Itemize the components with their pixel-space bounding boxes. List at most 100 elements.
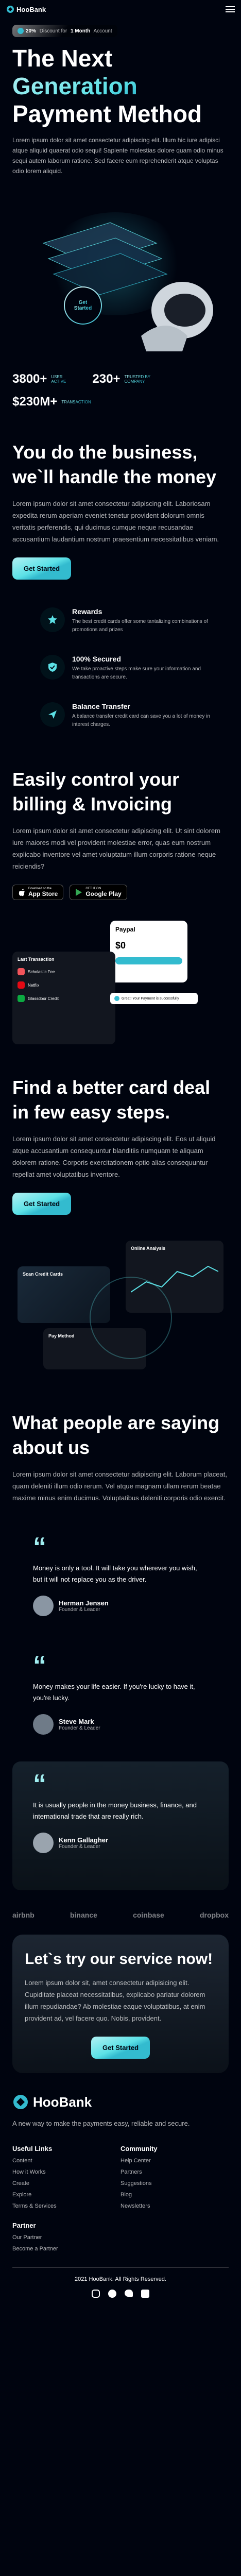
footer-link[interactable]: Become a Partner [12, 2246, 229, 2252]
menu-icon[interactable] [226, 6, 235, 12]
brand-logo[interactable]: HooBank [6, 5, 46, 13]
footer-column: Community Help Center Partners Suggestio… [120, 2145, 229, 2209]
card-get-started-button[interactable]: Get Started [12, 1193, 72, 1215]
testimonials-paragraph: Lorem ipsum dolor sit amet consectetur a… [12, 1470, 227, 1502]
testimonial-card: “ Money makes your life easier. If you'r… [12, 1643, 229, 1761]
navbar: HooBank [0, 0, 241, 19]
card-deal-section: Find a better card deal in few easy step… [0, 1075, 241, 1390]
footer-link[interactable]: Help Center [120, 2158, 229, 2164]
feature-card: Rewards The best credit cards offer some… [33, 600, 229, 641]
quote-icon: “ [33, 1652, 208, 1679]
apple-icon [19, 889, 25, 896]
footer-link[interactable]: Partners [120, 2169, 229, 2175]
footer-link[interactable]: Blog [120, 2192, 229, 2198]
hero-title-line2: Generation [12, 72, 229, 100]
footer-column-title: Useful Links [12, 2145, 53, 2153]
testimonial-role: Founder & Leader [59, 1607, 100, 1613]
twitter-icon[interactable] [125, 2290, 133, 2297]
hero-title: The Next Generation Payment Method [12, 44, 229, 128]
stats: 3800+ USER ACTIVE 230+ TRUSTED BY COMPAN… [0, 372, 241, 409]
billing-paragraph: Lorem ipsum dolor sit amet consectetur a… [12, 827, 220, 870]
hero: 20% Discount for 1 Month Account The Nex… [0, 19, 241, 367]
feature-text: We take proactive steps make sure your i… [72, 666, 201, 680]
card-mockup: Online Analysis Scan Credit Cards Pay Me… [12, 1235, 229, 1390]
transaction-panel: Last Transaction Scholastic Fee Netflix … [12, 952, 115, 1044]
discount-badge: 20% Discount for 1 Month Account [12, 25, 117, 37]
footer-column: Useful Links Content How it Works Create… [12, 2145, 120, 2209]
testimonials-title: What people are saying about us [12, 1412, 220, 1458]
transaction-title: Last Transaction [18, 957, 55, 962]
card-title: Find a better card deal in few easy step… [12, 1077, 211, 1123]
testimonial-card: “ Money is only a tool. It will take you… [12, 1524, 229, 1643]
facebook-icon[interactable] [108, 2290, 116, 2298]
footer-link[interactable]: Explore [12, 2192, 120, 2198]
shield-icon [40, 655, 65, 680]
footer-tagline: A new way to make the payments easy, rel… [12, 2120, 190, 2127]
stat-item: 3800+ USER ACTIVE [12, 372, 72, 386]
footer-link[interactable]: Newsletters [120, 2203, 229, 2209]
billing-mockup: Paypal $0 Last Transaction Scholastic Fe… [12, 921, 229, 1065]
avatar [33, 1596, 54, 1616]
testimonial-name: Herman Jensen [59, 1599, 109, 1607]
footer-brand[interactable]: HooBank [12, 2094, 229, 2110]
footer-link[interactable]: How it Works [12, 2169, 120, 2175]
footer-link[interactable]: Suggestions [120, 2180, 229, 2187]
brand-icon [13, 2095, 28, 2109]
googleplay-label: Google Play [85, 890, 122, 897]
transaction-item: Netflix [18, 981, 110, 989]
testimonial-quote: Money is only a tool. It will take you w… [33, 1564, 197, 1583]
google-play-button[interactable]: GET IT ON Google Play [70, 885, 127, 900]
get-started-circle-button[interactable]: Get Started [64, 286, 102, 325]
feature-card: Balance Transfer A balance transfer cred… [33, 695, 229, 736]
business-title: You do the business, we`ll handle the mo… [12, 442, 217, 487]
feature-text: The best credit cards offer some tantali… [72, 619, 208, 633]
instagram-icon[interactable] [92, 2290, 100, 2298]
feature-list: Rewards The best credit cards offer some… [12, 600, 229, 736]
footer-link[interactable]: Our Partner [12, 2234, 229, 2241]
testimonial-role: Founder & Leader [59, 1844, 100, 1850]
testimonial-card: “ It is usually people in the money busi… [12, 1761, 229, 1890]
play-icon [76, 889, 82, 896]
get-started-bottom: Started [74, 306, 92, 311]
testimonial-role: Founder & Leader [59, 1725, 100, 1731]
card-paragraph: Lorem ipsum dolor sit amet consectetur a… [12, 1135, 216, 1178]
stat-label: TRUSTED BY COMPANY [124, 375, 155, 384]
testimonial-name: Steve Mark [59, 1718, 94, 1725]
stat-item: $230M+ TRANSACTION [12, 395, 229, 409]
discount-period: 1 Month [70, 28, 91, 34]
business-paragraph: Lorem ipsum dolor sit amet consectetur a… [12, 500, 219, 543]
footer-column-title: Community [120, 2145, 158, 2153]
scan-card-title: Scan Credit Cards [23, 1272, 63, 1277]
testimonial-quote: Money makes your life easier. If you're … [33, 1683, 195, 1702]
feature-title: Balance Transfer [72, 702, 130, 710]
copyright: 2021 HooBank. All Rights Reserved. [75, 2276, 166, 2282]
app-store-button[interactable]: Download on the App Store [12, 885, 64, 900]
cta-paragraph: Lorem ipsum dolor sit, amet consectetur … [25, 1979, 205, 2022]
transaction-item: Scholastic Fee [18, 968, 110, 975]
brand-name: HooBank [16, 5, 46, 13]
hero-robot-image [12, 181, 229, 367]
footer-link[interactable]: Content [12, 2158, 120, 2164]
footer-link[interactable]: Terms & Services [12, 2203, 120, 2209]
quote-icon: “ [33, 1534, 208, 1561]
testimonial-list: “ Money is only a tool. It will take you… [12, 1524, 229, 1890]
paypal-title: Paypal [115, 926, 135, 933]
testimonial-name: Kenn Gallagher [59, 1836, 109, 1844]
testimonials-section: What people are saying about us Lorem ip… [0, 1411, 241, 1890]
feature-title: 100% Secured [72, 655, 121, 663]
linkedin-icon[interactable] [141, 2290, 149, 2298]
quote-icon: “ [33, 1771, 208, 1798]
stat-label: TRANSACTION [61, 399, 91, 404]
avatar [33, 1714, 54, 1735]
hero-title-line3: Payment Method [12, 100, 202, 127]
business-get-started-button[interactable]: Get Started [12, 557, 72, 580]
feature-text: A balance transfer credit card can save … [72, 714, 210, 727]
footer-column-title: Partner [12, 2222, 36, 2229]
stat-value: 3800+ [12, 372, 47, 386]
footer-link[interactable]: Create [12, 2180, 120, 2187]
discount-suffix: Account [92, 28, 112, 34]
cta-get-started-button[interactable]: Get Started [91, 2037, 150, 2059]
feature-card: 100% Secured We take proactive steps mak… [33, 648, 229, 689]
success-toast: Great! Your Payment is successfully [110, 993, 198, 1004]
footer-column: Partner Our Partner Become a Partner [12, 2222, 229, 2252]
